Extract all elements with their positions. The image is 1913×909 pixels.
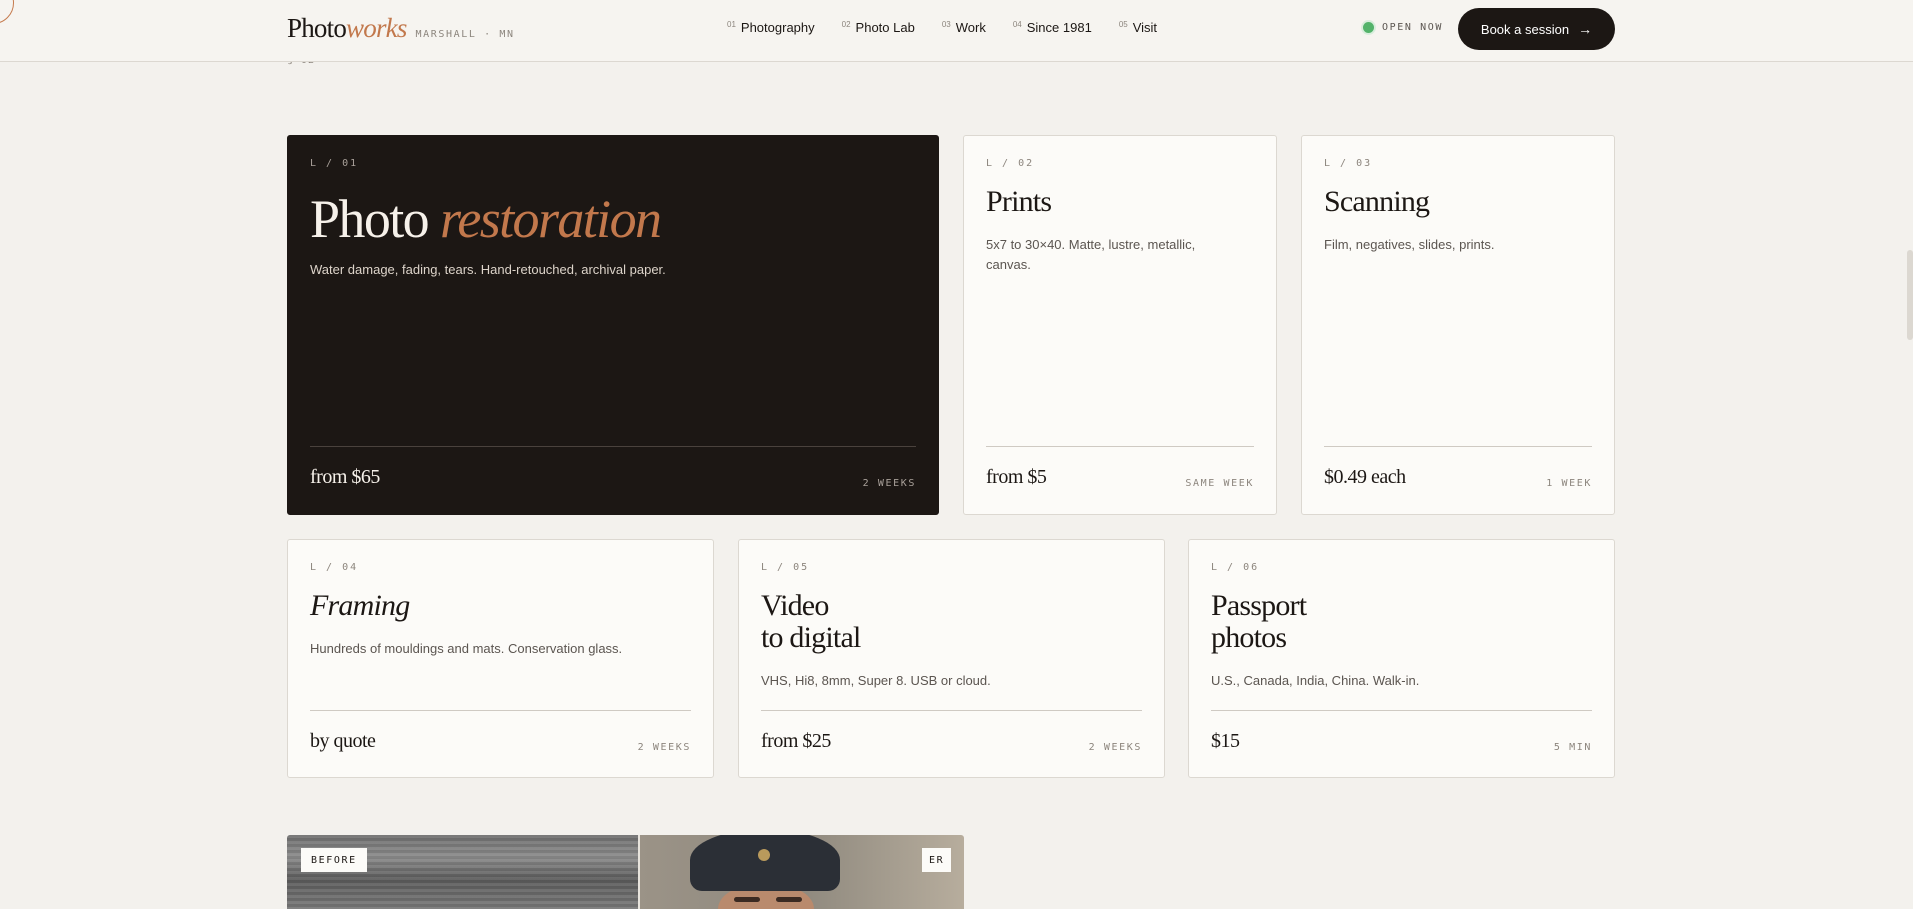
card-divider (986, 446, 1254, 447)
before-after-slider[interactable]: BEFORE ER (287, 835, 964, 909)
nav-item-label: Visit (1132, 20, 1158, 35)
card-price: $15 (1211, 730, 1240, 752)
card-turnaround: 2 WEEKS (1088, 742, 1142, 753)
card-title: Video to digital (761, 590, 861, 654)
card-turnaround: 1 WEEK (1546, 478, 1592, 489)
corner-circle-decoration (0, 0, 14, 24)
nav-item-number: 01 (727, 20, 736, 29)
card-divider (761, 710, 1142, 711)
card-divider (1211, 710, 1592, 711)
arrow-right-icon: → (1578, 21, 1593, 37)
nav-item-visit[interactable]: 05 Visit (1119, 20, 1157, 35)
service-card-prints[interactable]: L / 02 Prints 5x7 to 30×40. Matte, lustr… (963, 135, 1277, 515)
card-title: Scanning (1324, 185, 1430, 218)
nav-item-number: 02 (841, 20, 851, 29)
open-status: OPEN NOW (1363, 22, 1443, 33)
service-card-passport-photos[interactable]: L / 06 Passport photos U.S., Canada, Ind… (1188, 539, 1615, 778)
book-session-label: Book a session (1480, 21, 1570, 37)
nav-item-label: Work (955, 20, 986, 35)
card-turnaround: SAME WEEK (1185, 478, 1254, 489)
card-price: from $5 (986, 466, 1047, 488)
portrait-brow (776, 897, 802, 902)
card-title: Prints (986, 185, 1052, 218)
status-dot-icon (1363, 22, 1374, 33)
logo-main-text: Photo (287, 13, 347, 43)
service-card-framing[interactable]: L / 04 Framing Hundreds of mouldings and… (287, 539, 714, 778)
card-description: Water damage, fading, tears. Hand-retouc… (310, 262, 666, 277)
card-number: L / 05 (761, 562, 810, 573)
cap-badge (758, 849, 770, 861)
card-description: Hundreds of mouldings and mats. Conserva… (310, 641, 623, 656)
site-header: Photo works MARSHALL · MN 01 Photography… (0, 0, 1913, 62)
before-after-handle[interactable] (638, 835, 640, 909)
card-title-line-2: to digital (761, 621, 861, 654)
nav-item-label: Photography (740, 20, 815, 35)
service-card-scanning[interactable]: L / 03 Scanning Film, negatives, slides,… (1301, 135, 1615, 515)
portrait-brow (734, 897, 760, 902)
card-title-main: Photo (310, 189, 430, 249)
logo-accent-text: works (346, 13, 407, 43)
portrait-cap (690, 835, 840, 891)
card-price: by quote (310, 730, 376, 752)
card-description: VHS, Hi8, 8mm, Super 8. USB or cloud. (761, 673, 991, 688)
card-number: L / 01 (310, 158, 359, 169)
logo-location: MARSHALL · MN (415, 29, 515, 40)
card-title: Framing (310, 589, 410, 622)
card-description: 5x7 to 30×40. Matte, lustre, metallic, c… (986, 237, 1196, 272)
card-turnaround: 2 WEEKS (637, 742, 691, 753)
service-card-video-to-digital[interactable]: L / 05 Video to digital VHS, Hi8, 8mm, S… (738, 539, 1165, 778)
nav-item-number: 05 (1118, 20, 1128, 29)
card-price: from $65 (310, 466, 380, 488)
card-divider (310, 710, 691, 711)
page-scrollbar[interactable] (1907, 250, 1913, 340)
nav-item-number: 03 (941, 20, 951, 29)
card-title: Photo restoration (310, 189, 662, 249)
status-text: OPEN NOW (1382, 22, 1443, 33)
card-description: U.S., Canada, India, China. Walk-in. (1211, 673, 1420, 688)
nav-item-photo-lab[interactable]: 02 Photo Lab (842, 20, 915, 35)
nav-item-work[interactable]: 03 Work (942, 20, 986, 35)
card-title: Passport photos (1211, 589, 1307, 654)
card-divider (310, 446, 916, 447)
book-session-button[interactable]: Book a session → (1458, 8, 1615, 50)
card-divider (1324, 446, 1592, 447)
card-number: L / 06 (1211, 562, 1260, 573)
card-number: L / 03 (1324, 158, 1373, 169)
card-turnaround: 2 WEEKS (862, 478, 916, 489)
card-title-line-2: photos (1211, 621, 1287, 654)
card-number: L / 04 (310, 562, 359, 573)
card-number: L / 02 (986, 158, 1035, 169)
card-title-line-1: Passport (1211, 589, 1307, 622)
nav-item-label: Photo Lab (855, 20, 915, 35)
card-title-accent: restoration (439, 189, 662, 249)
after-label: ER (922, 848, 952, 872)
before-label: BEFORE (301, 848, 367, 872)
site-logo[interactable]: Photo works MARSHALL · MN (287, 13, 515, 44)
nav-item-number: 04 (1012, 20, 1022, 29)
service-card-photo-restoration[interactable]: L / 01 Photo restoration Water damage, f… (287, 135, 939, 515)
nav-item-photography[interactable]: 01 Photography (727, 20, 815, 35)
card-price: $0.49 each (1324, 466, 1406, 488)
nav-item-label: Since 1981 (1026, 20, 1092, 35)
nav-item-since-1981[interactable]: 04 Since 1981 (1013, 20, 1092, 35)
card-description: Film, negatives, slides, prints. (1324, 237, 1495, 252)
card-turnaround: 5 MIN (1553, 742, 1592, 753)
before-image (287, 835, 638, 909)
card-title-line-1: Video (761, 589, 829, 622)
main-nav: 01 Photography 02 Photo Lab 03 Work 04 S… (727, 20, 1184, 35)
after-image (640, 835, 964, 909)
card-price: from $25 (761, 730, 831, 752)
